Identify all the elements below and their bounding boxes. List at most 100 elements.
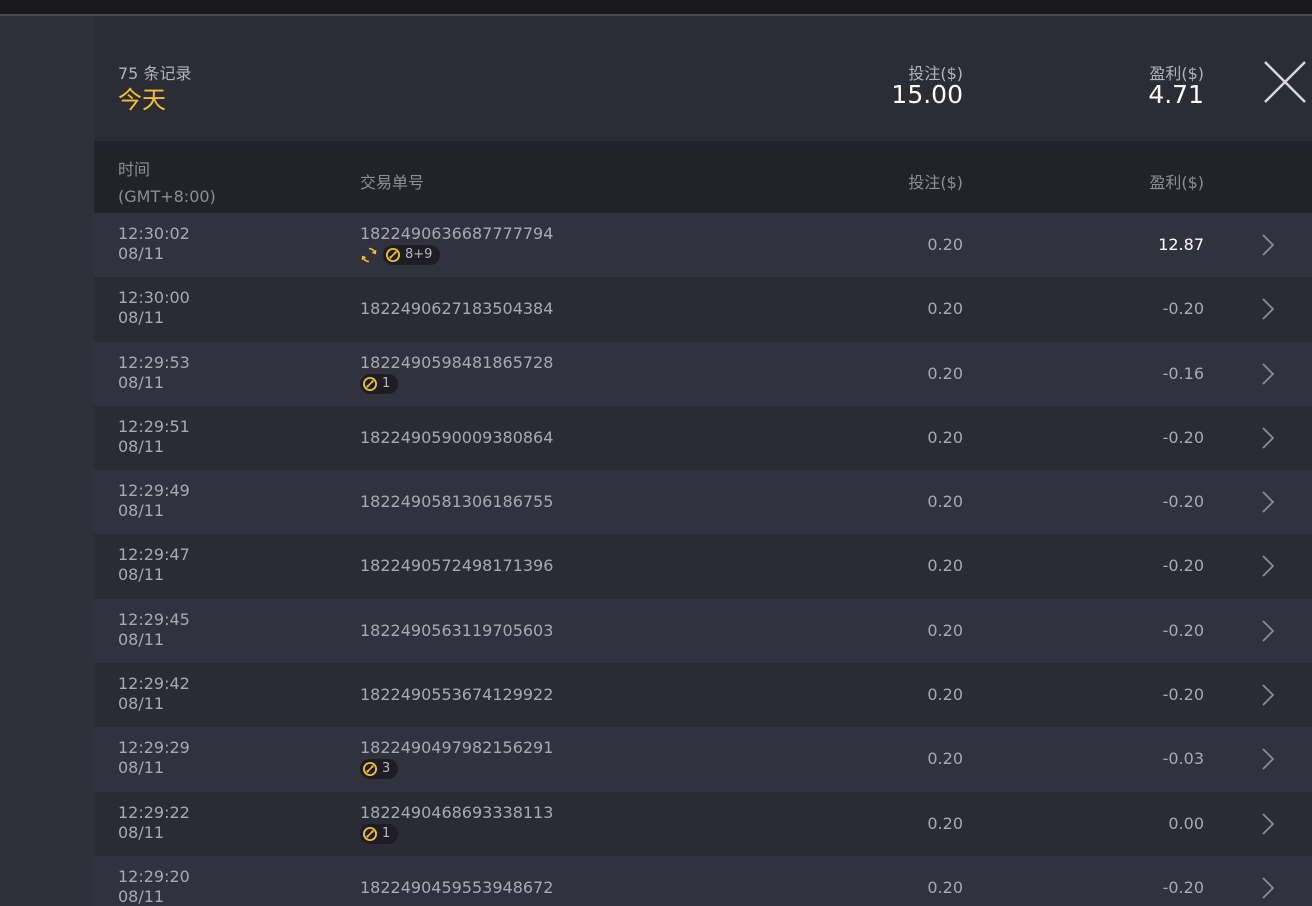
row-order-number: 1822490563119705603	[360, 620, 554, 640]
coin-icon	[362, 376, 378, 392]
table-row[interactable]: 12:29:42 08/11 1822490553674129922 0.20 -0.2…	[94, 663, 1312, 728]
row-time: 12:30:00 08/11	[118, 288, 190, 328]
left-side-strip	[0, 16, 94, 906]
row-time-value: 12:29:20	[118, 866, 190, 886]
row-order: 1822490627183504384	[360, 299, 553, 319]
row-date-value: 08/11	[118, 372, 165, 392]
row-date-value: 08/11	[118, 822, 165, 842]
row-order-number: 1822490572498171396	[360, 556, 554, 576]
coin-icon	[362, 826, 378, 842]
bonus-count: 1	[382, 825, 391, 841]
table-row[interactable]: 12:29:53 08/11 1822490598481865728 1 0.20 -0.…	[94, 341, 1312, 406]
bonus-badge: 1	[360, 373, 399, 394]
row-order: 1822490598481865728 1	[360, 353, 553, 394]
bonus-badge: 1	[360, 823, 399, 844]
summary-header: 75 条记录 今天 投注($) 15.00 盈利($) 4.71	[94, 16, 1312, 142]
row-stake: 0.20	[927, 685, 963, 705]
column-header-time-label: 时间	[118, 160, 151, 179]
bonus-badges: 8+9	[360, 245, 553, 265]
table-row[interactable]: 12:29:22 08/11 1822490468693338113 1 0.20 0.0…	[94, 791, 1312, 856]
period-label[interactable]: 今天	[118, 80, 166, 115]
row-profit: 0.00	[1168, 813, 1204, 833]
bet-history-panel: 75 条记录 今天 投注($) 15.00 盈利($) 4.71 时间 (GMT…	[94, 16, 1312, 906]
table-row[interactable]: 12:29:47 08/11 1822490572498171396 0.20 -0.2…	[94, 534, 1312, 599]
chevron-right-icon[interactable]	[1260, 812, 1276, 836]
row-profit: -0.16	[1162, 363, 1204, 383]
row-time: 12:29:22 08/11	[118, 803, 190, 843]
row-stake: 0.20	[927, 363, 963, 383]
column-header-time: 时间 (GMT+8:00)	[118, 156, 216, 210]
row-order-number: 1822490627183504384	[360, 299, 554, 319]
chevron-right-icon[interactable]	[1260, 233, 1276, 257]
table-row[interactable]: 12:29:20 08/11 1822490459553948672 0.20 -0.2…	[94, 855, 1312, 906]
row-time-value: 12:29:49	[118, 481, 190, 501]
table-row[interactable]: 12:29:51 08/11 1822490590009380864 0.20 -0.2…	[94, 405, 1312, 471]
close-icon[interactable]	[1260, 57, 1310, 107]
column-header-order: 交易单号	[360, 173, 425, 192]
row-time-value: 12:29:53	[118, 352, 190, 372]
row-profit: -0.20	[1162, 620, 1204, 640]
row-stake: 0.20	[927, 235, 963, 254]
row-time: 12:29:53 08/11	[118, 353, 190, 393]
row-stake: 0.20	[927, 492, 963, 512]
row-profit: -0.20	[1162, 556, 1204, 576]
total-profit-value: 4.71	[1148, 80, 1204, 109]
table-row[interactable]: 12:30:00 08/11 1822490627183504384 0.20 -0.2…	[94, 277, 1312, 342]
row-date-value: 08/11	[118, 244, 165, 263]
row-time-value: 12:29:47	[118, 545, 190, 565]
table-row[interactable]: 12:29:49 08/11 1822490581306186755 0.20 -0.2…	[94, 470, 1312, 535]
bonus-count: 8+9	[405, 247, 433, 262]
chevron-right-icon[interactable]	[1260, 297, 1276, 321]
row-time: 12:29:45 08/11	[118, 610, 190, 650]
row-date-value: 08/11	[118, 758, 165, 778]
bonus-badge: 3	[360, 759, 399, 780]
chevron-right-icon[interactable]	[1260, 490, 1276, 514]
row-order: 1822490468693338113 1	[360, 803, 553, 844]
row-order: 1822490572498171396	[360, 556, 553, 576]
row-stake: 0.20	[927, 620, 963, 640]
row-order-number: 1822490468693338113	[360, 802, 554, 822]
coin-icon	[362, 761, 378, 777]
total-stake-value: 15.00	[891, 80, 963, 109]
row-stake: 0.20	[927, 299, 963, 319]
row-stake: 0.20	[927, 749, 963, 769]
row-time-value: 12:29:51	[118, 416, 190, 436]
row-profit: -0.03	[1162, 749, 1204, 769]
chevron-right-icon[interactable]	[1260, 426, 1276, 450]
chevron-right-icon[interactable]	[1260, 747, 1276, 771]
row-order-number: 1822490636687777794	[360, 224, 554, 243]
row-time-value: 12:30:02	[118, 224, 190, 243]
table-header: 时间 (GMT+8:00) 交易单号 投注($) 盈利($)	[94, 142, 1312, 213]
column-header-stake: 投注($)	[908, 173, 963, 192]
row-date-value: 08/11	[118, 501, 165, 521]
window-top-bar	[0, 0, 1312, 14]
row-stake: 0.20	[927, 427, 963, 447]
row-time: 12:30:02 08/11	[118, 224, 190, 264]
row-date-value: 08/11	[118, 308, 165, 328]
row-order: 1822490459553948672	[360, 878, 553, 898]
row-order-number: 1822490581306186755	[360, 492, 554, 512]
row-date-value: 08/11	[118, 694, 165, 714]
bonus-badges: 1	[360, 823, 553, 844]
table-row[interactable]: 12:30:02 08/11 1822490636687777794 8+9 0.20 1…	[94, 213, 1312, 278]
row-order: 1822490581306186755	[360, 492, 553, 512]
row-date-value: 08/11	[118, 629, 165, 649]
row-time-value: 12:30:00	[118, 288, 190, 308]
table-row[interactable]: 12:29:29 08/11 1822490497982156291 3 0.20 -0.…	[94, 727, 1312, 792]
row-order-number: 1822490590009380864	[360, 427, 554, 447]
table-row[interactable]: 12:29:45 08/11 1822490563119705603 0.20 -0.2…	[94, 598, 1312, 664]
chevron-right-icon[interactable]	[1260, 554, 1276, 578]
chevron-right-icon[interactable]	[1260, 619, 1276, 643]
row-profit: -0.20	[1162, 685, 1204, 705]
chevron-right-icon[interactable]	[1260, 876, 1276, 900]
row-order: 1822490563119705603	[360, 621, 553, 641]
bet-record-list: 12:30:02 08/11 1822490636687777794 8+9 0.20 1…	[94, 213, 1312, 906]
row-order: 1822490636687777794 8+9	[360, 224, 553, 265]
row-time-value: 12:29:45	[118, 609, 190, 629]
row-order: 1822490553674129922	[360, 685, 553, 705]
row-order-number: 1822490459553948672	[360, 877, 554, 897]
chevron-right-icon[interactable]	[1260, 683, 1276, 707]
bonus-badges: 3	[360, 759, 553, 780]
chevron-right-icon[interactable]	[1260, 362, 1276, 386]
column-header-profit: 盈利($)	[1149, 173, 1204, 192]
